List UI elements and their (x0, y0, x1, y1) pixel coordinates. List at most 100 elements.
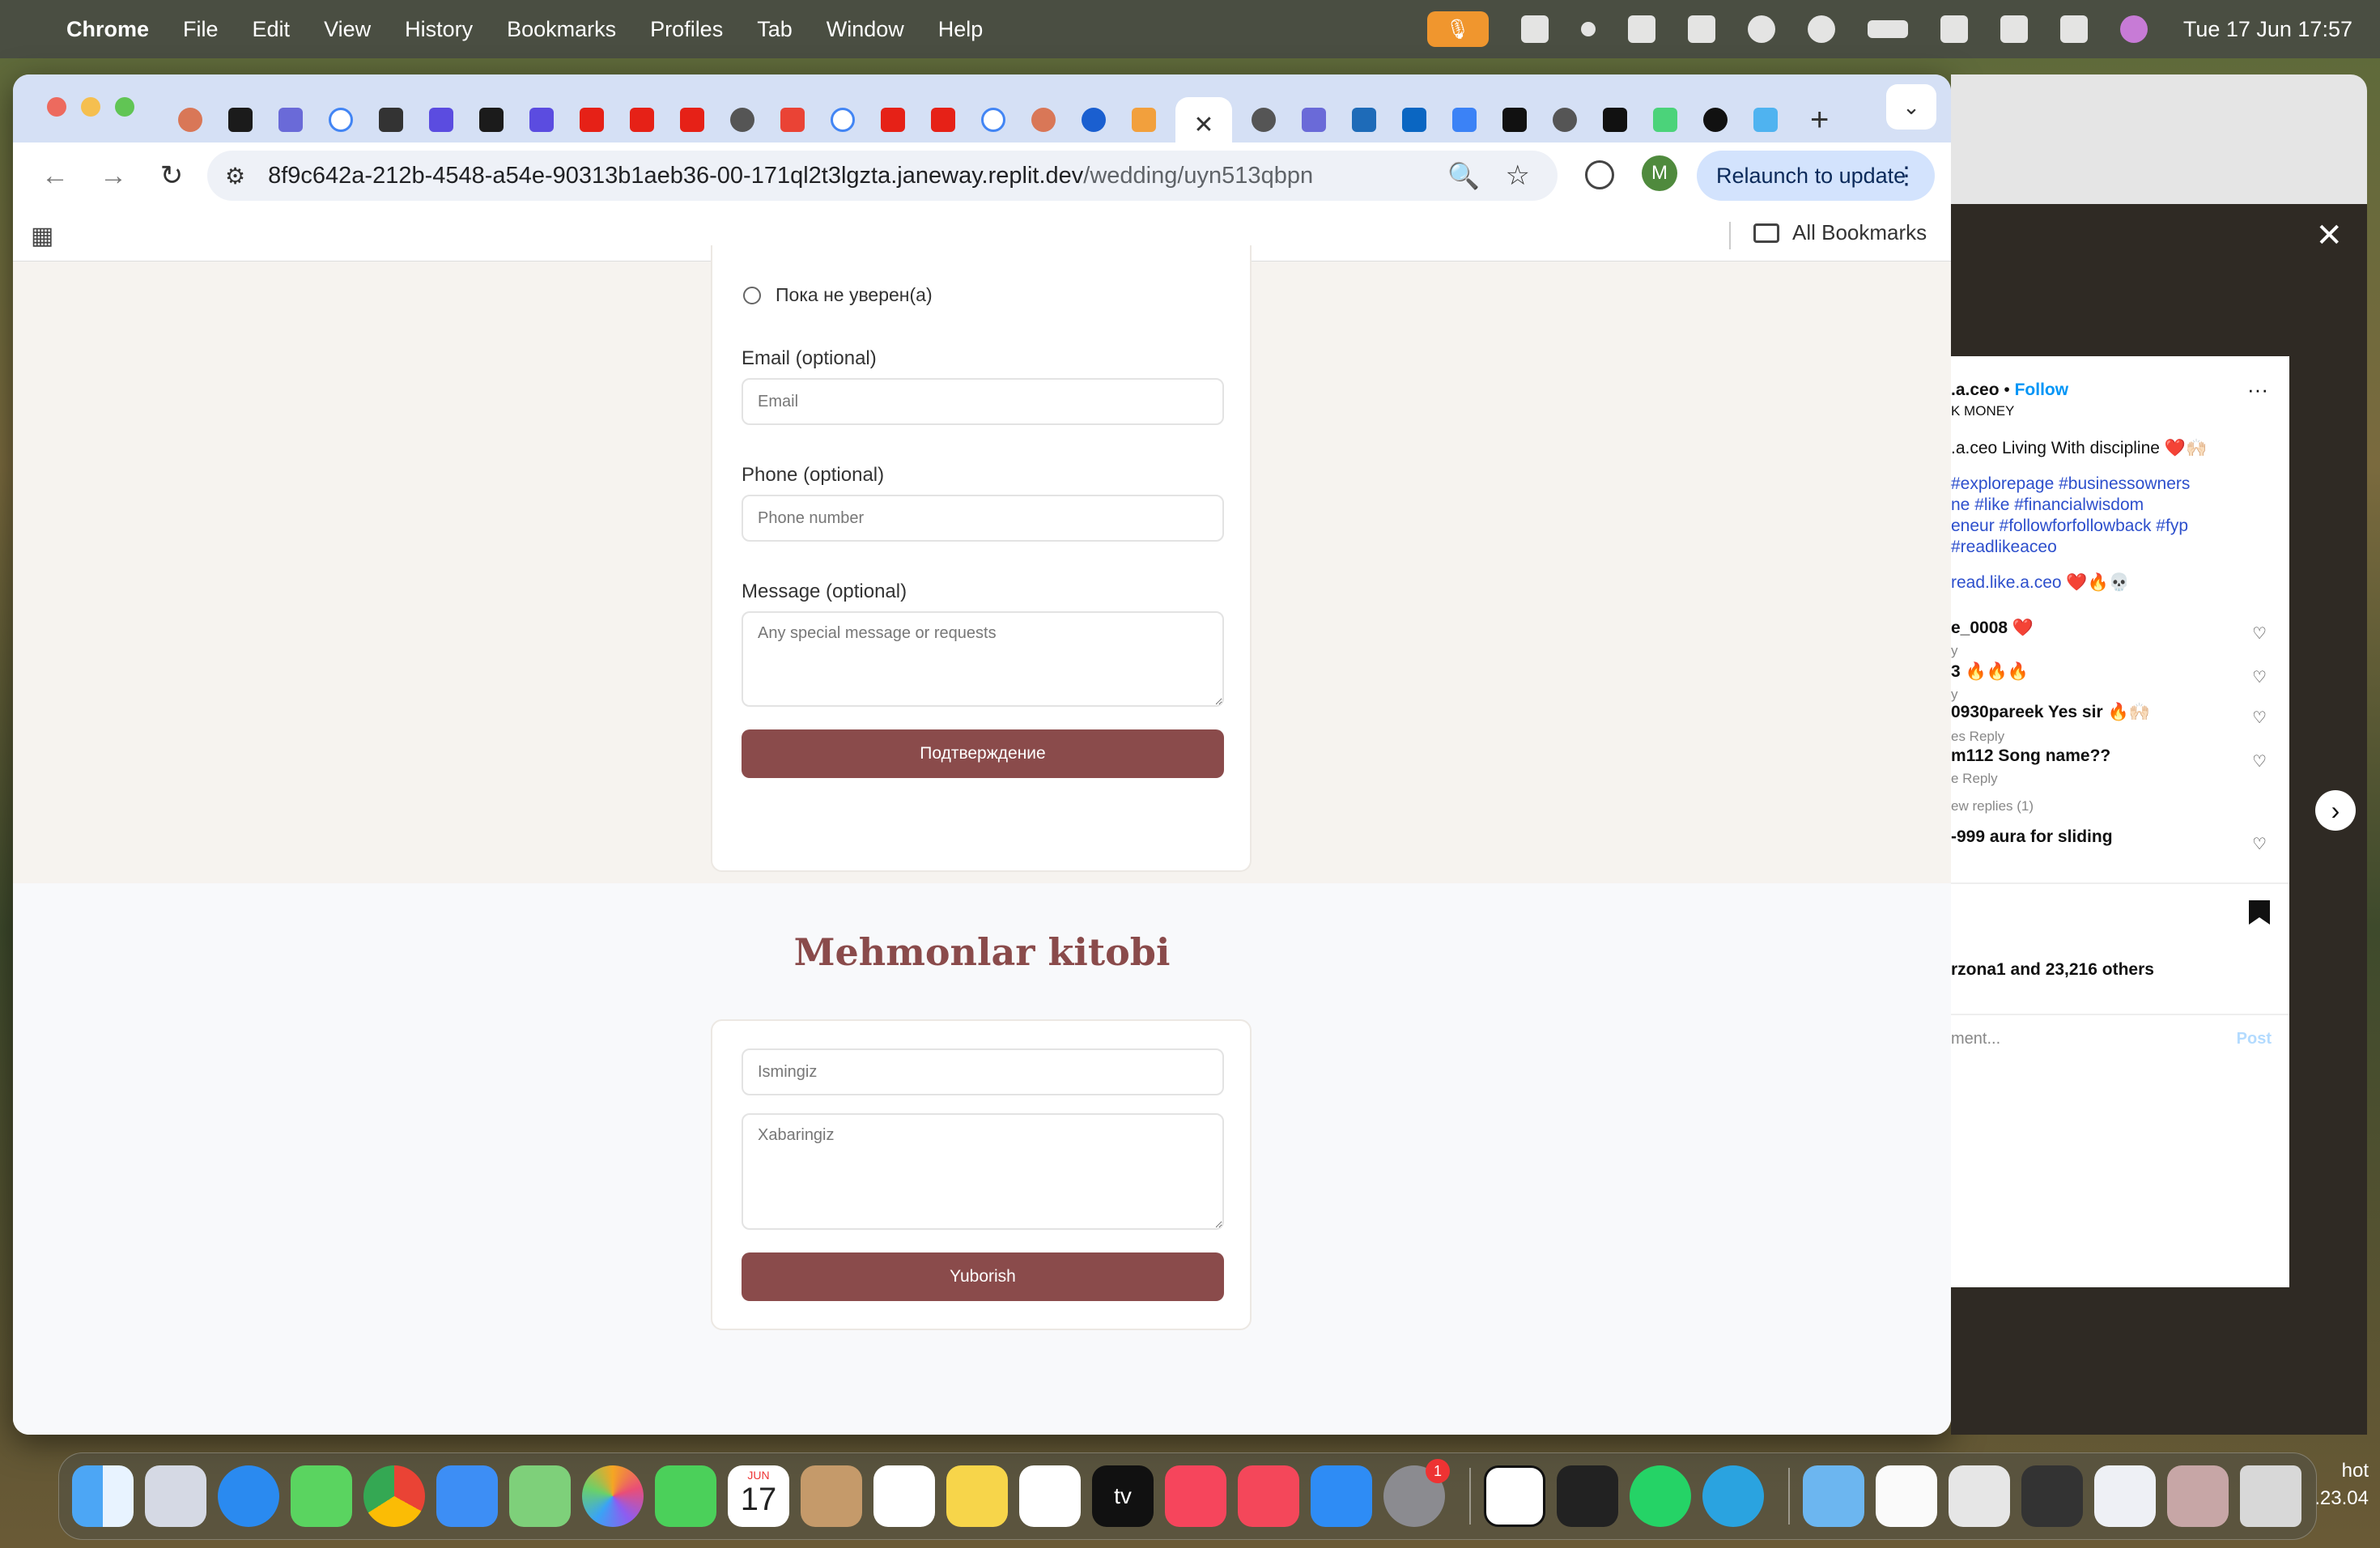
mention-line[interactable]: read.like.a.ceo ❤️🔥💀 (1951, 573, 2130, 593)
tab-claude-icon[interactable] (1031, 108, 1056, 132)
relaunch-button[interactable]: Relaunch to update ⋮ (1697, 151, 1935, 201)
tab-c-icon[interactable] (1082, 108, 1106, 132)
heart-icon[interactable]: ♡ (2252, 667, 2267, 687)
battery-icon[interactable] (1867, 20, 1908, 38)
menu-window[interactable]: Window (827, 17, 904, 42)
message-field[interactable] (742, 611, 1224, 707)
comment-input[interactable]: ment... (1951, 1030, 2000, 1048)
telegram-icon[interactable] (1702, 1465, 1764, 1527)
profile-avatar[interactable]: M (1642, 155, 1677, 191)
tab-green-bolt-icon[interactable] (479, 108, 504, 132)
notes-icon[interactable] (946, 1465, 1008, 1527)
chrome-icon[interactable] (363, 1465, 425, 1527)
address-bar[interactable]: ⚙ 8f9c642a-212b-4548-a54e-90313b1aeb36-0… (207, 151, 1558, 201)
view-replies[interactable]: ew replies (1) (1951, 798, 2034, 814)
hashtag-line[interactable]: #explorepage #businessowners (1951, 474, 2190, 494)
apps-grid-icon[interactable]: ▦ (31, 222, 53, 250)
hashtag-line[interactable]: ne #like #financialwisdom (1951, 495, 2144, 515)
more-menu-icon[interactable]: ⋮ (1894, 162, 1919, 190)
menu-clock[interactable]: Tue 17 Jun 17:57 (2183, 17, 2352, 42)
trash-icon[interactable] (2240, 1465, 2301, 1527)
freeform-icon[interactable] (1019, 1465, 1081, 1527)
music-icon[interactable] (1165, 1465, 1226, 1527)
menu-tab[interactable]: Tab (757, 17, 793, 42)
comment-meta[interactable]: e Reply (1951, 771, 1998, 787)
reminders-icon[interactable] (873, 1465, 935, 1527)
tab-globe-icon[interactable] (1252, 108, 1276, 132)
close-icon[interactable]: ✕ (2315, 217, 2343, 254)
cube-app-icon[interactable] (1557, 1465, 1618, 1527)
play-icon[interactable] (1807, 15, 1835, 43)
follow-button[interactable]: Follow (2015, 381, 2069, 399)
control-center-icon[interactable] (2059, 15, 2088, 43)
guest-name-field[interactable] (742, 1048, 1224, 1095)
tab-youtube-icon[interactable] (931, 108, 955, 132)
facetime-icon[interactable] (655, 1465, 716, 1527)
zoom-icon[interactable]: 🔍 (1447, 160, 1480, 191)
tab-translate-icon[interactable] (1452, 108, 1477, 132)
asterisk-app-icon[interactable] (1520, 15, 1549, 43)
tab-at-icon[interactable] (379, 108, 403, 132)
heart-icon[interactable]: ♡ (2252, 834, 2267, 854)
screenshot-thumbnail[interactable] (2021, 1465, 2083, 1527)
siri-icon[interactable] (2119, 15, 2148, 43)
tab-google-icon[interactable] (981, 108, 1005, 132)
minimize-window-button[interactable] (81, 97, 100, 117)
downloads-folder-icon[interactable] (1803, 1465, 1864, 1527)
contacts-icon[interactable] (801, 1465, 862, 1527)
menu-profiles[interactable]: Profiles (650, 17, 723, 42)
tab-multicolor-icon[interactable] (1132, 108, 1156, 132)
guest-message-field[interactable] (742, 1113, 1224, 1230)
system-settings-icon[interactable]: 1 (1383, 1459, 1450, 1527)
moon-icon[interactable] (1747, 15, 1775, 43)
zoom-window-button[interactable] (115, 97, 134, 117)
maps-icon[interactable] (509, 1465, 571, 1527)
email-field[interactable] (742, 378, 1224, 425)
menu-bookmarks[interactable]: Bookmarks (507, 17, 616, 42)
bookmark-star-icon[interactable]: ☆ (1506, 159, 1530, 192)
tab-n-icon[interactable] (1653, 108, 1677, 132)
calendar-icon[interactable]: JUN 17 (728, 1465, 789, 1527)
comment-meta[interactable]: es Reply (1951, 729, 2004, 745)
notion-icon[interactable] (1484, 1465, 1545, 1527)
tab-s-icon[interactable] (529, 108, 554, 132)
wechat-icon[interactable] (1627, 15, 1655, 43)
tab-s-icon[interactable] (429, 108, 453, 132)
tab-green-bolt-icon[interactable] (228, 108, 253, 132)
app-store-icon[interactable] (1311, 1465, 1372, 1527)
menu-file[interactable]: File (183, 17, 219, 42)
tab-black-icon[interactable] (1603, 108, 1627, 132)
hashtag-line[interactable]: #readlikeaceo (1951, 538, 2057, 557)
post-button[interactable]: Post (2237, 1030, 2272, 1048)
extension-icon[interactable] (1585, 160, 1614, 189)
post-username[interactable]: .a.ceo (1951, 381, 2000, 399)
tab-blue-icon[interactable] (1302, 108, 1326, 132)
all-bookmarks-button[interactable]: All Bookmarks (1753, 220, 1927, 245)
photos-icon[interactable] (582, 1465, 644, 1527)
tab-youtube-icon[interactable] (580, 108, 604, 132)
tab-google-icon[interactable] (831, 108, 855, 132)
heart-icon[interactable]: ♡ (2252, 751, 2267, 772)
tab-youtube-icon[interactable] (881, 108, 905, 132)
menu-view[interactable]: View (324, 17, 371, 42)
microphone-icon[interactable]: 🎙 (1426, 11, 1489, 47)
tab-search-chevron-icon[interactable]: ⌄ (1886, 84, 1936, 130)
tab-gmail-icon[interactable] (780, 108, 805, 132)
radio-option-unsure[interactable]: Пока не уверен(а) (743, 284, 933, 306)
wifi-icon[interactable] (1940, 15, 1968, 43)
tab-globe-icon[interactable] (730, 108, 754, 132)
new-tab-icon[interactable]: + (1810, 102, 1829, 138)
menu-app-name[interactable]: Chrome (66, 17, 149, 42)
site-info-icon[interactable]: ⚙ (225, 163, 245, 189)
rsvp-submit-button[interactable]: Подтверждение (742, 729, 1224, 778)
heart-icon[interactable]: ♡ (2252, 708, 2267, 728)
tab-claude-icon[interactable] (178, 108, 202, 132)
hashtag-line[interactable]: eneur #followforfollowback #fyp (1951, 517, 2188, 536)
radio-unsure[interactable] (743, 286, 761, 304)
tab-youtube-icon[interactable] (630, 108, 654, 132)
phone-field[interactable] (742, 495, 1224, 542)
news-icon[interactable] (1238, 1465, 1299, 1527)
menu-history[interactable]: History (405, 17, 473, 42)
reload-icon[interactable]: ↻ (155, 159, 188, 192)
tab-video-icon[interactable] (1352, 108, 1376, 132)
